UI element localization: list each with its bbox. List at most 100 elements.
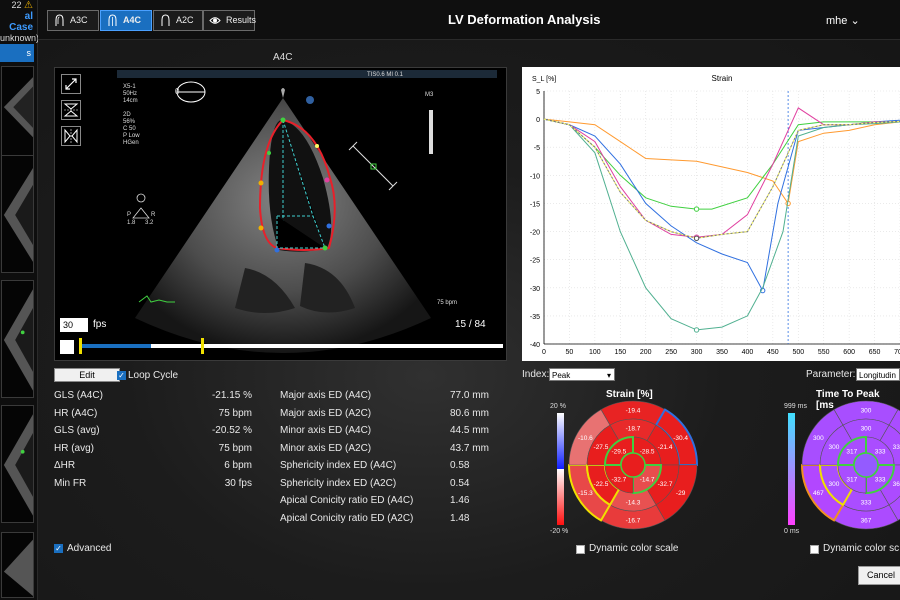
- segment-value: -30.4: [673, 435, 688, 442]
- metric-label: Major axis ED (A2C): [280, 407, 372, 419]
- segment-value: 300: [861, 408, 872, 415]
- flip-vertical-icon: [63, 103, 79, 117]
- strain-series-line: [543, 118, 900, 210]
- segment-value: -15.3: [578, 490, 593, 497]
- fps-input[interactable]: [60, 318, 88, 332]
- study-thumbnail[interactable]: [1, 405, 34, 523]
- main-panel: A4C X5-1 50Hz 14cm 2D 56% C 50 P Low HGe…: [38, 40, 900, 600]
- pos-label-p: P: [127, 212, 132, 218]
- strain-dynamic-checkbox[interactable]: [576, 545, 585, 554]
- x-tick-label: 100: [589, 349, 601, 356]
- ttp-dynamic-checkbox[interactable]: [810, 545, 819, 554]
- echo-viewer[interactable]: X5-1 50Hz 14cm 2D 56% C 50 P Low HGen TI…: [54, 67, 507, 361]
- loop-cycle-checkbox[interactable]: ✓: [117, 371, 126, 380]
- fullscreen-button[interactable]: [61, 74, 81, 94]
- segment-value: -27.5: [594, 444, 609, 451]
- metric-value: 75 bpm: [218, 442, 252, 454]
- advanced-label: Advanced: [67, 543, 112, 554]
- chevron-down-icon: ▾: [606, 371, 611, 380]
- metric-value: 1.48: [450, 512, 470, 524]
- ttp-dynamic-label: Dynamic color sc: [823, 543, 900, 554]
- study-thumbnail[interactable]: [1, 155, 34, 273]
- loop-cycle-label: Loop Cycle: [128, 370, 179, 381]
- heart-view-icon: [161, 14, 170, 26]
- tab-a3c[interactable]: A3C: [47, 10, 99, 31]
- y-tick-label: -15: [530, 201, 540, 208]
- metric-value: 77.0 mm: [450, 390, 489, 401]
- play-toggle[interactable]: [60, 340, 74, 354]
- parameter-select[interactable]: Longitudin: [856, 368, 900, 381]
- eye-icon: [209, 17, 221, 24]
- y-tick-label: -40: [530, 342, 540, 349]
- segment-value: -28.5: [640, 448, 655, 455]
- x-tick-label: 150: [614, 349, 626, 356]
- y-tick-label: -5: [534, 145, 540, 152]
- m3-label: M3: [425, 92, 434, 98]
- segment-value: 317: [846, 477, 857, 484]
- metric-label: GLS (avg): [54, 425, 100, 436]
- tab-results[interactable]: Results: [203, 10, 256, 31]
- segment-value: 333: [861, 500, 872, 507]
- strain-chart: 50-5-10-15-20-25-30-35-400 50 100 150 200 250…: [530, 74, 900, 356]
- segment-value: -10.6: [578, 435, 593, 442]
- index-select[interactable]: Peak ▾: [549, 368, 615, 381]
- metric-label: ΔHR: [54, 460, 76, 471]
- advanced-checkbox[interactable]: ✓: [54, 544, 63, 553]
- segment-value: -29.5: [611, 448, 626, 455]
- user-menu[interactable]: mhe ⌄: [826, 14, 860, 27]
- segment-value: -14.7: [640, 477, 655, 484]
- fps-label: fps: [93, 319, 107, 330]
- metric-label: GLS (A4C): [54, 390, 103, 401]
- strain-bullseye-title: Strain [%]: [606, 389, 653, 400]
- tab-a4c[interactable]: A4C: [100, 10, 152, 31]
- metric-value: 1.46: [450, 495, 470, 506]
- tab-a2c[interactable]: A2C: [153, 10, 203, 31]
- pos-value-a: 1.8: [127, 220, 136, 226]
- segment-value: 333: [875, 448, 886, 455]
- top-right-info: TIS0.6 MI 0.1: [367, 72, 404, 78]
- chart-title: Strain: [712, 74, 733, 83]
- study-thumbnail[interactable]: [1, 532, 34, 598]
- cycle-end-handle[interactable]: [201, 338, 204, 354]
- metric-label: Sphericity index ED (A4C): [280, 460, 397, 471]
- study-thumbnail[interactable]: [1, 280, 34, 398]
- parameter-select-value: Longitudin: [859, 371, 896, 380]
- apex-segment: [620, 452, 646, 478]
- y-tick-label: -35: [530, 314, 540, 321]
- page-title: LV Deformation Analysis: [448, 12, 601, 27]
- x-tick-label: 400: [742, 349, 754, 356]
- cancel-button[interactable]: Cancel: [858, 566, 900, 585]
- apex-segment: [853, 452, 879, 478]
- flip-horizontal-icon: [64, 128, 78, 144]
- metric-value: 43.7 mm: [450, 442, 489, 454]
- x-tick-label: 550: [818, 349, 830, 356]
- segment-value: -29: [676, 490, 686, 497]
- case-info[interactable]: 22 ⚠ al Case unknown): [0, 0, 39, 43]
- top-bar: A3C A4C A2C Results LV Deformation Analy…: [38, 0, 900, 40]
- segment-value: 300: [813, 435, 824, 442]
- x-tick-label: 500: [792, 349, 804, 356]
- x-tick-label: 600: [843, 349, 855, 356]
- peak-marker: [693, 235, 700, 242]
- strain-graph[interactable]: 5 0 -5 -10 -15 -20 -25 -30 -35 -40 0 50 100 150 200 250…: [522, 67, 900, 361]
- metric-value: -21.15 %: [211, 390, 252, 401]
- sidebar-tab[interactable]: s: [0, 44, 34, 62]
- flip-horizontal-button[interactable]: [61, 126, 81, 146]
- sidebar: 22 ⚠ al Case unknown) s: [0, 0, 39, 600]
- segment-value: -16.7: [626, 518, 641, 525]
- metric-label: Min FR: [54, 477, 87, 489]
- heart-view-icon: [55, 14, 64, 26]
- flip-vertical-button[interactable]: [61, 100, 81, 120]
- tab-a2c-label: A2C: [176, 15, 194, 25]
- strain-bullseye: -19.4 -30.4 -29 -16.7 -15.3 -10.6 -18.7 -21.4 -3…: [568, 400, 698, 530]
- segment-value: -14.3: [626, 500, 641, 507]
- segment-value: -18.7: [626, 426, 641, 433]
- cycle-start-handle[interactable]: [79, 338, 82, 354]
- strain-color-scale: [557, 413, 564, 525]
- index-select-value: Peak: [552, 371, 571, 380]
- x-tick-label: 300: [691, 349, 703, 356]
- edit-button[interactable]: Edit: [54, 368, 120, 382]
- tab-a4c-label: A4C: [123, 15, 142, 25]
- y-tick-label: -25: [530, 258, 540, 265]
- x-tick-label: 250: [665, 349, 677, 356]
